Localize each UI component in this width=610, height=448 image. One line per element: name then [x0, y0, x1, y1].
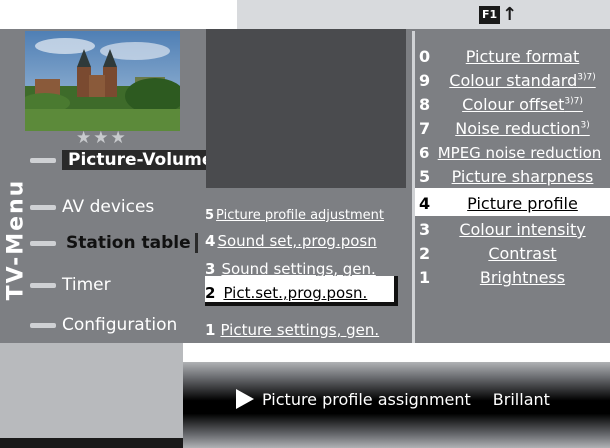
submenu-label: Noise reduction3) — [435, 119, 610, 138]
submenu-label: Picture format — [435, 47, 610, 66]
middle-menu-item[interactable]: 3 Sound settings, gen. — [205, 250, 398, 278]
submenu-label-text: Brightness — [479, 268, 566, 287]
middle-menu-item[interactable]: 1 Picture settings, gen. — [205, 311, 398, 339]
submenu-label-text: MPEG noise reduction — [437, 143, 602, 162]
f1-key-label: F1 — [479, 6, 501, 24]
bottom-left-bar — [0, 438, 183, 448]
middle-menu-num: 4 — [205, 232, 216, 250]
submenu-label-text: Colour standard — [449, 71, 578, 90]
up-arrow-icon: ↑ — [502, 4, 518, 25]
submenu-label: Picture profile — [435, 194, 610, 213]
submenu-label-text: Picture format — [465, 47, 580, 66]
submenu-label-text: Picture profile — [467, 193, 578, 213]
submenu-label: Brightness — [435, 268, 610, 287]
submenu-num: 9 — [419, 71, 431, 90]
menu-bar-icon — [30, 204, 56, 210]
menu-bar-icon — [30, 322, 56, 328]
side-title: TV-Menu — [0, 147, 29, 347]
footnote-marker: 3)7) — [564, 96, 583, 107]
submenu-label-text: Picture sharpness — [451, 167, 594, 186]
bottom-left-area — [0, 343, 183, 448]
submenu-label: Colour intensity — [435, 220, 610, 239]
footnote-marker: 3) — [580, 120, 590, 131]
menu-bar-icon — [30, 282, 56, 288]
submenu-num: 6 — [419, 143, 430, 162]
left-menu-timer[interactable]: Timer — [30, 272, 111, 298]
submenu-label-text: Colour offset — [462, 95, 565, 114]
submenu-num: 5 — [419, 167, 431, 186]
submenu-num: 8 — [419, 95, 431, 114]
middle-menu-num: 1 — [205, 321, 216, 339]
left-menu-label: AV devices — [62, 197, 155, 217]
submenu-item[interactable]: 6 MPEG noise reduction — [415, 141, 610, 164]
submenu-label: Colour standard3)7) — [435, 71, 610, 90]
top-strip-gray — [237, 0, 610, 29]
submenu-label: Picture sharpness — [435, 167, 610, 186]
submenu-num: 3 — [419, 220, 431, 239]
submenu-num: 4 — [419, 193, 431, 213]
submenu-item[interactable]: 8 Colour offset3)7) — [415, 93, 610, 116]
left-menu-station-table[interactable]: Station table — [30, 230, 198, 256]
submenu-label: Colour offset3)7) — [435, 95, 610, 114]
left-menu-label: Picture-Volume — [62, 150, 220, 170]
submenu-item[interactable]: 9 Colour standard3)7) — [415, 69, 610, 92]
middle-menu-num: 2 — [205, 284, 216, 302]
left-menu-label: Configuration — [62, 315, 178, 335]
middle-menu-label: Pict.set.,prog.posn. — [223, 284, 368, 302]
left-menu-configuration[interactable]: Configuration — [30, 312, 177, 338]
submenu-item[interactable]: 0 Picture format — [415, 45, 610, 68]
submenu-item[interactable]: 2 Contrast — [415, 242, 610, 265]
menu-bar-icon — [30, 157, 56, 163]
banner-label: Picture profile assignment — [262, 389, 471, 409]
submenu-label-text: Colour intensity — [459, 220, 586, 239]
preview-photo — [25, 31, 180, 131]
f1-help[interactable]: F1 ↑ — [479, 5, 517, 25]
rating-stars: ★★★ — [76, 128, 128, 148]
submenu-item[interactable]: 5 Picture sharpness — [415, 165, 610, 188]
submenu-num: 7 — [419, 119, 431, 138]
submenu-item[interactable]: 3 Colour intensity — [415, 218, 610, 241]
middle-menu-item[interactable]: 5 Picture profile adjustment — [205, 195, 398, 223]
side-title-text: TV-Menu — [3, 178, 29, 301]
left-menu-picture-volume[interactable]: Picture-Volume — [30, 147, 220, 173]
left-menu-label: Timer — [62, 275, 111, 295]
middle-menu-label: Sound set,.prog.posn — [217, 232, 377, 250]
submenu-item[interactable]: 7 Noise reduction3) — [415, 117, 610, 140]
play-arrow-icon — [236, 389, 254, 409]
submenu-label-text: Contrast — [488, 244, 557, 263]
middle-menu-item-selected[interactable]: 2 Pict.set.,prog.posn. — [205, 276, 398, 306]
middle-menu-num: 5 — [205, 208, 215, 223]
left-menu-av-devices[interactable]: AV devices — [30, 194, 154, 220]
submenu-label: MPEG noise reduction — [429, 144, 610, 162]
middle-menu-label: Picture settings, gen. — [220, 321, 380, 339]
submenu-label: Contrast — [435, 244, 610, 263]
middle-menu-label: Picture profile adjustment — [216, 208, 385, 223]
submenu-label-text: Noise reduction — [455, 119, 581, 138]
menu-panel: ★★★ TV-Menu Picture-Volume AV devices St… — [0, 29, 610, 343]
banner-value: Brillant — [492, 389, 550, 409]
middle-menu-item[interactable]: 4 Sound set,.prog.posn — [205, 222, 398, 250]
submenu-num: 1 — [419, 268, 431, 287]
footnote-marker: 3)7) — [577, 72, 596, 83]
submenu-item[interactable]: 1 Brightness — [415, 266, 610, 289]
left-menu-label: Station table — [62, 233, 198, 253]
submenu-num: 0 — [419, 47, 431, 66]
menu-bar-icon — [30, 240, 56, 246]
preview-area — [206, 29, 406, 188]
submenu-num: 2 — [419, 244, 431, 263]
banner-content[interactable]: Picture profile assignment Brillant — [236, 389, 550, 409]
submenu-item-selected[interactable]: 4 Picture profile — [415, 188, 610, 216]
